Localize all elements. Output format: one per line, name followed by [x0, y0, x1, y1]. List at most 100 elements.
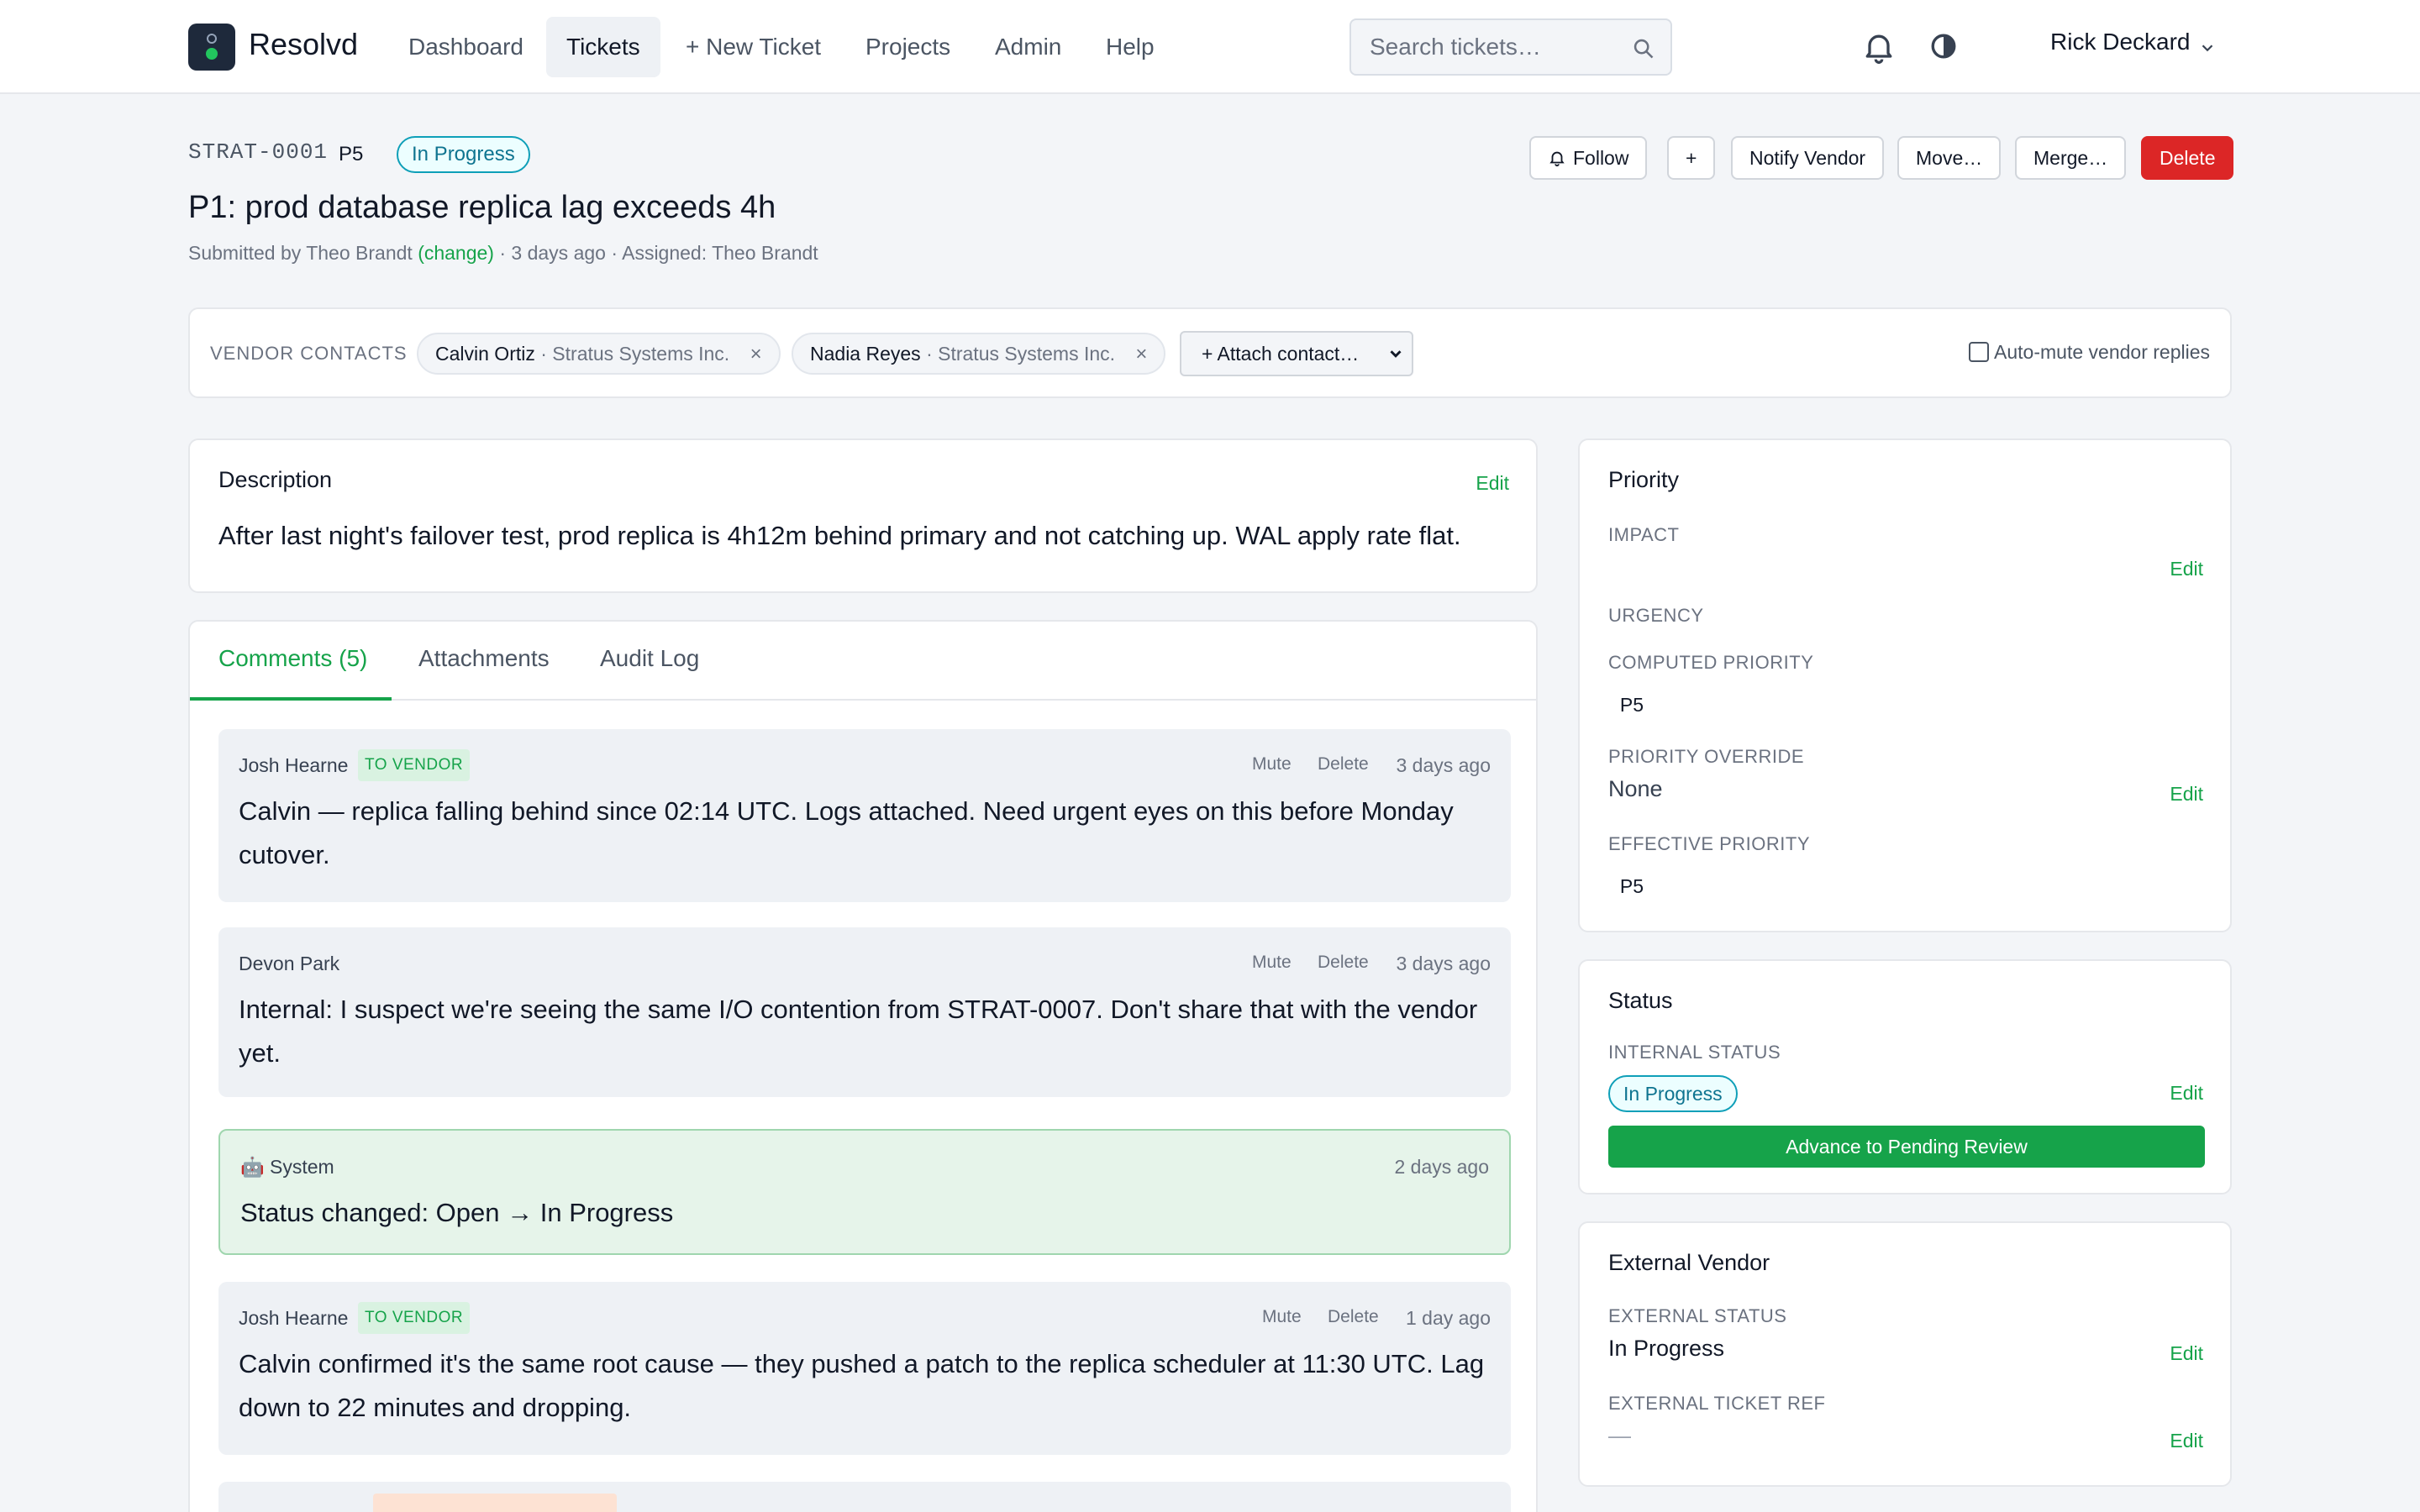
attach-contact-select[interactable]: + Attach contact… — [1180, 331, 1413, 376]
priority-chip: P5 — [339, 143, 364, 165]
priority-override-value: None — [1608, 776, 1663, 801]
nav-help[interactable]: Help — [1086, 17, 1175, 77]
nav-tickets[interactable]: Tickets — [546, 17, 660, 77]
auto-mute-label: Auto-mute vendor replies — [1994, 341, 2210, 363]
move-button[interactable]: Move… — [1897, 136, 2002, 180]
mute-comment-button[interactable]: Mute — [1252, 953, 1292, 973]
chevron-down-icon — [1390, 350, 1402, 358]
contact-company: · Stratus Systems Inc. — [540, 343, 730, 365]
follow-label: Follow — [1573, 147, 1629, 169]
description-title: Description — [218, 467, 333, 492]
app-brand-name[interactable]: Resolvd — [249, 27, 358, 62]
tab-audit-log[interactable]: Audit Log — [600, 645, 699, 672]
merge-button[interactable]: Merge… — [2015, 136, 2127, 180]
contact-name: Nadia Reyes — [810, 343, 921, 365]
delete-comment-button[interactable]: Delete — [1318, 754, 1369, 774]
to-vendor-badge: TO VENDOR — [358, 749, 471, 781]
external-vendor-title: External Vendor — [1608, 1250, 1770, 1275]
nav-projects[interactable]: Projects — [845, 17, 971, 77]
external-status-value: In Progress — [1608, 1336, 1725, 1361]
description-text: After last night's failover test, prod r… — [218, 521, 1461, 550]
delete-ticket-button[interactable]: Delete — [2141, 136, 2234, 180]
theme-toggle-icon[interactable] — [1929, 32, 1958, 60]
edit-description-link[interactable]: Edit — [1476, 472, 1509, 495]
comment-body: Calvin — replica falling behind since 02… — [239, 796, 1454, 869]
attach-contact-label: + Attach contact… — [1202, 343, 1360, 365]
comment-author: 🤖 System — [240, 1156, 334, 1178]
activity-card: Comments (5) Attachments Audit Log Josh … — [188, 620, 1538, 1512]
system-comment-item: 🤖 System 2 days ago Status changed: Open… — [218, 1129, 1511, 1255]
notify-vendor-button[interactable]: Notify Vendor — [1731, 136, 1885, 180]
comment-author: Josh Hearne — [239, 754, 349, 776]
nav-dashboard[interactable]: Dashboard — [388, 17, 544, 77]
delete-comment-button[interactable]: Delete — [1328, 1307, 1379, 1327]
computed-priority-value: P5 — [1619, 694, 1644, 716]
effective-priority-label: EFFECTIVE PRIORITY — [1608, 833, 1811, 854]
comment-item: Josh Hearne TO VENDOR Mute Delete 1 day … — [218, 1282, 1511, 1455]
nav-new-ticket[interactable]: + New Ticket — [666, 17, 841, 77]
top-nav-bar: Resolvd Dashboard Tickets + New Ticket P… — [0, 0, 2420, 94]
tab-comments[interactable]: Comments (5) — [218, 645, 367, 672]
effective-priority-value: P5 — [1619, 875, 1644, 897]
edit-external-status-link[interactable]: Edit — [2170, 1342, 2203, 1365]
user-menu-chevron-icon[interactable] — [2198, 39, 2217, 57]
ticket-meta: Submitted by Theo Brandt (change) · 3 da… — [188, 242, 818, 265]
tab-attachments[interactable]: Attachments — [418, 645, 550, 672]
ticket-title: P1: prod database replica lag exceeds 4h — [188, 190, 776, 225]
external-status-label: EXTERNAL STATUS — [1608, 1305, 1787, 1326]
comment-body: Internal: I suspect we're seeing the sam… — [239, 995, 1478, 1068]
comment-item: Josh Hearne TO VENDOR Mute Delete 3 days… — [218, 729, 1511, 902]
external-ticket-ref-value: — — [1608, 1423, 1631, 1448]
comment-time: 3 days ago — [1396, 754, 1491, 776]
auto-mute-toggle[interactable]: Auto-mute vendor replies — [1969, 341, 2210, 364]
internal-status-badge: In Progress — [1608, 1075, 1738, 1112]
nav-admin[interactable]: Admin — [975, 17, 1081, 77]
advance-status-button[interactable]: Advance to Pending Review — [1608, 1126, 2205, 1168]
active-tab-indicator — [190, 697, 392, 701]
search-icon[interactable] — [1632, 37, 1655, 60]
mute-comment-button[interactable]: Mute — [1262, 1307, 1302, 1327]
to-vendor-badge: TO VENDOR — [358, 1302, 471, 1334]
priority-override-label: PRIORITY OVERRIDE — [1608, 746, 1805, 767]
app-logo-icon[interactable] — [188, 24, 235, 71]
bell-icon — [1549, 151, 1565, 166]
change-submitter-link[interactable]: (change) — [418, 242, 494, 264]
edit-external-ticket-ref-link[interactable]: Edit — [2170, 1430, 2203, 1452]
user-menu-name[interactable]: Rick Deckard — [2050, 29, 2190, 55]
comment-item: Devon Park Mute Delete 3 days ago Intern… — [218, 927, 1511, 1097]
comment-body: Status changed: Open → In Progress — [240, 1198, 674, 1227]
add-button[interactable]: + — [1667, 136, 1716, 180]
comment-time: 1 day ago — [1405, 1307, 1491, 1329]
comment-time: 2 days ago — [1394, 1156, 1489, 1178]
urgency-label: URGENCY — [1608, 605, 1704, 626]
auto-mute-checkbox[interactable] — [1969, 341, 1990, 362]
edit-impact-link[interactable]: Edit — [2170, 558, 2203, 580]
mute-comment-button[interactable]: Mute — [1252, 754, 1292, 774]
status-title: Status — [1608, 988, 1673, 1013]
notifications-bell-icon[interactable] — [1860, 29, 1897, 66]
contact-name: Calvin Ortiz — [435, 343, 535, 365]
status-badge: In Progress — [397, 136, 530, 173]
comment-time: 3 days ago — [1396, 953, 1491, 974]
ticket-id: STRAT-0001 — [188, 139, 329, 165]
edit-priority-override-link[interactable]: Edit — [2170, 783, 2203, 806]
description-card: Description Edit After last night's fail… — [188, 438, 1538, 593]
impact-label: IMPACT — [1608, 524, 1680, 545]
priority-title: Priority — [1608, 467, 1680, 492]
contact-chip: Calvin Ortiz · Stratus Systems Inc. × — [417, 333, 781, 375]
contact-company: · Stratus Systems Inc. — [926, 343, 1116, 365]
external-ticket-ref-label: EXTERNAL TICKET REF — [1608, 1393, 1826, 1414]
comment-author: Josh Hearne — [239, 1307, 349, 1329]
submitted-by-text: Submitted by Theo Brandt — [188, 242, 413, 264]
edit-status-link[interactable]: Edit — [2170, 1082, 2203, 1105]
search-box — [1349, 18, 1672, 76]
search-input[interactable] — [1370, 20, 1622, 74]
comment-item — [218, 1482, 1511, 1512]
remove-contact-icon[interactable]: × — [1135, 343, 1147, 365]
comment-body: Calvin confirmed it's the same root caus… — [239, 1349, 1485, 1422]
external-vendor-card: External Vendor EXTERNAL STATUS In Progr… — [1578, 1221, 2232, 1487]
remove-contact-icon[interactable]: × — [750, 343, 762, 365]
delete-comment-button[interactable]: Delete — [1318, 953, 1369, 973]
follow-button[interactable]: Follow — [1529, 136, 1648, 180]
status-card: Status INTERNAL STATUS In Progress Edit … — [1578, 959, 2232, 1194]
